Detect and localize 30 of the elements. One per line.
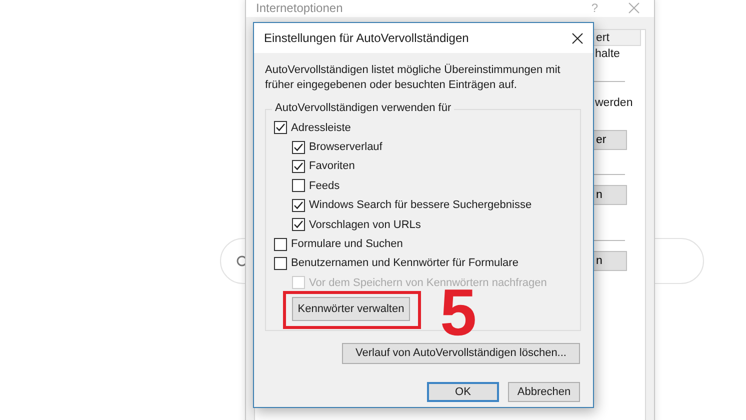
dialog-button[interactable]: OK — [427, 382, 499, 402]
option-label: Browserverlauf — [309, 141, 382, 154]
option-label: Vor dem Speichern von Kennwörtern nachfragen — [309, 276, 547, 289]
label-text: halte — [595, 48, 620, 60]
checkbox[interactable] — [274, 238, 287, 251]
checkbox[interactable] — [292, 160, 305, 173]
close-icon[interactable] — [572, 32, 583, 44]
checkbox[interactable] — [292, 140, 305, 154]
checkbox[interactable] — [274, 121, 287, 134]
option-label: Windows Search für bessere Suchergebnisse — [309, 199, 532, 212]
option-label: Feeds — [309, 180, 340, 192]
search-icon — [236, 255, 248, 267]
checkbox[interactable] — [292, 198, 305, 212]
checkbox[interactable] — [274, 256, 287, 270]
option-label: Vorschlagen von URLs — [309, 218, 421, 231]
group-label: AutoVervollständigen verwenden für — [272, 102, 454, 114]
step-number: 5 — [440, 287, 477, 337]
checkbox[interactable] — [292, 218, 305, 232]
option-label: Favoriten — [309, 160, 355, 172]
option-label: Adressleiste — [291, 122, 351, 134]
description-text: AutoVervollständigen listet mögliche Übereinstimmungen mit früher eingegebenen oder besuchten Einträgen auf. — [265, 63, 562, 93]
checkbox[interactable] — [292, 179, 305, 192]
window-title: Internetoptionen — [256, 1, 344, 15]
label-text: werden — [595, 97, 633, 109]
dialog-title: Einstellungen für AutoVervollständigen — [264, 31, 469, 45]
option-label: Formulare und Suchen — [291, 238, 403, 250]
dialog-button[interactable]: Abbrechen — [508, 382, 580, 402]
clear-history-button[interactable]: Verlauf von AutoVervollständigen löschen... — [342, 342, 580, 364]
manage-passwords-button[interactable]: Kennwörter verwalten — [292, 296, 410, 321]
option-label: Benutzernamen und Kennwörter für Formulare — [291, 257, 518, 270]
